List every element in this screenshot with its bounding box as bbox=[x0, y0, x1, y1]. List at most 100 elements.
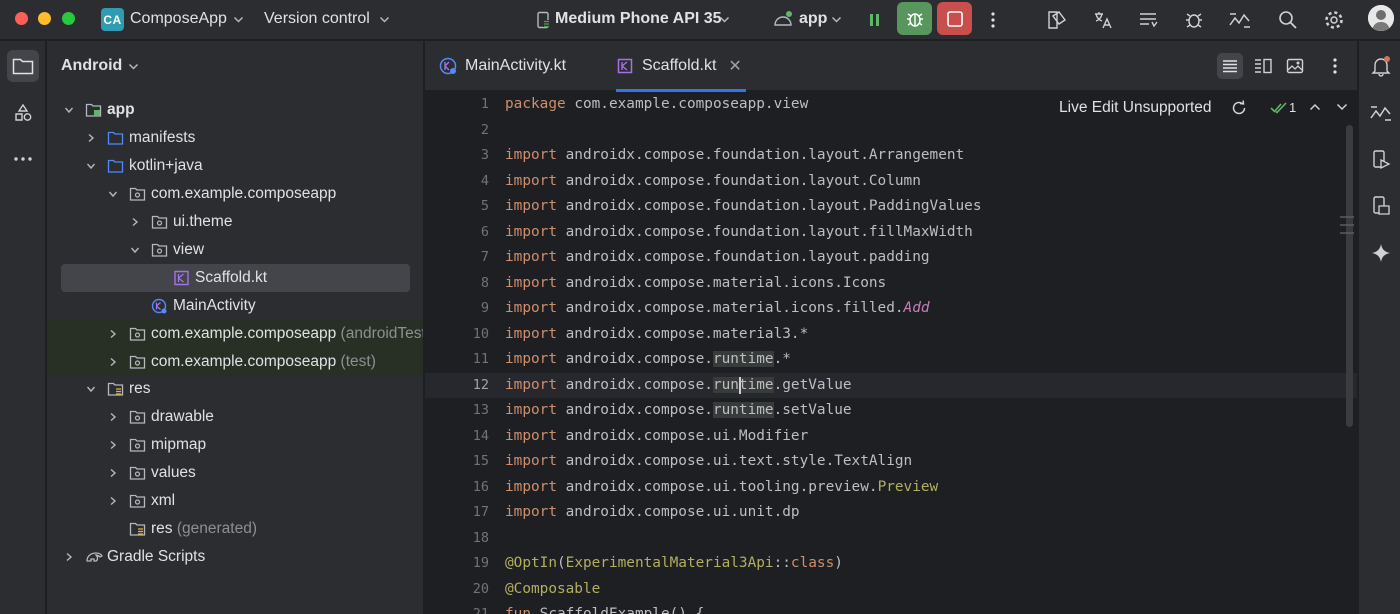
line-number[interactable]: 16 bbox=[473, 479, 489, 495]
tree-item-mainactivity[interactable]: MainActivity bbox=[47, 292, 423, 320]
chevron-right-icon[interactable] bbox=[108, 329, 118, 339]
chevron-right-icon[interactable] bbox=[108, 468, 118, 478]
line-number[interactable]: 8 bbox=[481, 275, 489, 291]
project-name-menu[interactable]: ComposeApp bbox=[130, 10, 227, 28]
zoom-window-button[interactable] bbox=[62, 12, 75, 25]
project-tool-folder-icon[interactable] bbox=[7, 50, 39, 82]
line-number[interactable]: 18 bbox=[473, 530, 489, 546]
notifications-bell-icon[interactable] bbox=[1368, 53, 1394, 79]
line-number[interactable]: 3 bbox=[481, 147, 489, 163]
close-icon[interactable]: ✕ bbox=[728, 56, 741, 76]
device-selector[interactable]: Medium Phone API 35 bbox=[555, 10, 722, 28]
line-number[interactable]: 6 bbox=[481, 224, 489, 240]
split-view-button[interactable] bbox=[1250, 53, 1276, 79]
code-line-8: import androidx.compose.material.icons.I… bbox=[505, 274, 887, 291]
chevron-up-icon[interactable] bbox=[1309, 102, 1321, 112]
tree-item-mipmap[interactable]: mipmap bbox=[47, 431, 423, 459]
tree-item-manifests[interactable]: manifests bbox=[47, 124, 423, 152]
app-quality-insights-icon[interactable] bbox=[1368, 100, 1394, 126]
chevron-right-icon[interactable] bbox=[108, 357, 118, 367]
tree-item-gradle-scripts[interactable]: Gradle Scripts bbox=[47, 543, 423, 571]
line-number[interactable]: 5 bbox=[481, 198, 489, 214]
close-window-button[interactable] bbox=[15, 12, 28, 25]
device-explorer-icon[interactable] bbox=[1368, 193, 1394, 219]
chevron-down-icon[interactable] bbox=[130, 245, 140, 255]
tree-item-package-androidtest[interactable]: com.example.composeapp (androidTest) bbox=[47, 320, 423, 348]
device-manager-icon[interactable] bbox=[1043, 7, 1069, 33]
more-vertical-icon[interactable] bbox=[1322, 53, 1348, 79]
code-editor[interactable]: 1 2 3 4 5 6 7 8 9 10 11 12 13 14 15 16 17 18 19 20 21 packag… bbox=[425, 92, 1357, 614]
chevron-right-icon[interactable] bbox=[64, 552, 74, 562]
tree-item-package-main[interactable]: com.example.composeapp bbox=[47, 180, 423, 208]
attach-debugger-icon[interactable] bbox=[1181, 7, 1207, 33]
more-vertical-icon[interactable] bbox=[980, 7, 1006, 33]
search-icon[interactable] bbox=[1275, 7, 1301, 33]
tab-mainactivity[interactable]: MainActivity.kt bbox=[439, 41, 566, 91]
project-view-selector[interactable]: Android bbox=[61, 57, 139, 75]
tree-item-res[interactable]: res bbox=[47, 375, 423, 403]
chevron-right-icon[interactable] bbox=[86, 133, 96, 143]
line-number[interactable]: 10 bbox=[473, 326, 489, 342]
line-number-gutter[interactable]: 1 2 3 4 5 6 7 8 9 10 11 12 13 14 15 16 17 18 19 20 21 bbox=[425, 92, 503, 614]
line-number[interactable]: 11 bbox=[473, 351, 489, 367]
tree-item-app[interactable]: app bbox=[47, 96, 423, 124]
chevron-right-icon[interactable] bbox=[130, 217, 140, 227]
tree-item-package-test[interactable]: com.example.composeapp (test) bbox=[47, 348, 423, 376]
tree-item-scaffold-kt[interactable]: Scaffold.kt bbox=[47, 264, 423, 292]
vertical-scrollbar[interactable] bbox=[1346, 125, 1353, 427]
tree-item-res-generated[interactable]: res (generated) bbox=[47, 515, 423, 543]
device-phone-icon[interactable] bbox=[530, 7, 556, 33]
line-number[interactable]: 1 bbox=[481, 96, 489, 112]
tree-item-xml[interactable]: xml bbox=[47, 487, 423, 515]
line-number[interactable]: 7 bbox=[481, 249, 489, 265]
tab-scaffold[interactable]: Scaffold.kt ✕ bbox=[616, 41, 746, 92]
running-devices-icon[interactable] bbox=[1368, 147, 1394, 173]
project-badge[interactable]: CA bbox=[101, 8, 124, 31]
run-config-selector[interactable]: app bbox=[799, 10, 827, 28]
stop-button[interactable] bbox=[937, 2, 972, 35]
debug-button[interactable] bbox=[897, 2, 932, 35]
line-number[interactable]: 19 bbox=[473, 555, 489, 571]
chevron-right-icon[interactable] bbox=[108, 412, 118, 422]
tree-item-kotlin-java[interactable]: kotlin+java bbox=[47, 152, 423, 180]
line-number[interactable]: 21 bbox=[473, 606, 489, 614]
tree-item-drawable[interactable]: drawable bbox=[47, 403, 423, 431]
line-number[interactable]: 12 bbox=[473, 377, 489, 393]
profiler-icon[interactable] bbox=[1227, 7, 1253, 33]
chevron-down-icon[interactable] bbox=[86, 161, 96, 171]
chevron-down-icon[interactable] bbox=[86, 384, 96, 394]
line-number[interactable]: 17 bbox=[473, 504, 489, 520]
chevron-right-icon[interactable] bbox=[108, 440, 118, 450]
build-variants-icon[interactable] bbox=[1135, 7, 1161, 33]
avatar[interactable] bbox=[1368, 5, 1394, 31]
tree-item-ui-theme[interactable]: ui.theme bbox=[47, 208, 423, 236]
line-number[interactable]: 4 bbox=[481, 173, 489, 189]
problems-count[interactable]: 1 bbox=[1289, 100, 1296, 115]
line-number[interactable]: 2 bbox=[481, 122, 489, 138]
tree-item-view[interactable]: view bbox=[47, 236, 423, 264]
minimize-window-button[interactable] bbox=[38, 12, 51, 25]
line-number[interactable]: 20 bbox=[473, 581, 489, 597]
design-view-button[interactable] bbox=[1282, 53, 1308, 79]
folder-module-icon bbox=[85, 102, 102, 118]
resource-manager-icon[interactable] bbox=[7, 97, 39, 129]
line-number[interactable]: 15 bbox=[473, 453, 489, 469]
tree-item-values[interactable]: values bbox=[47, 459, 423, 487]
double-check-icon[interactable] bbox=[1270, 101, 1288, 115]
chevron-down-icon[interactable] bbox=[1336, 102, 1348, 112]
chevron-right-icon[interactable] bbox=[108, 496, 118, 506]
more-horizontal-icon[interactable] bbox=[7, 143, 39, 175]
translate-icon[interactable] bbox=[1089, 7, 1115, 33]
apply-changes-icon[interactable] bbox=[862, 7, 888, 33]
gear-icon[interactable] bbox=[1321, 7, 1347, 33]
line-number[interactable]: 13 bbox=[473, 402, 489, 418]
gemini-sparkle-icon[interactable] bbox=[1368, 240, 1394, 266]
version-control-menu[interactable]: Version control bbox=[264, 10, 370, 28]
line-number[interactable]: 9 bbox=[481, 300, 489, 316]
chevron-down-icon[interactable] bbox=[64, 105, 74, 115]
refresh-icon[interactable] bbox=[1230, 99, 1248, 117]
line-number[interactable]: 14 bbox=[473, 428, 489, 444]
live-edit-status[interactable]: Live Edit Unsupported bbox=[1059, 99, 1212, 117]
chevron-down-icon[interactable] bbox=[108, 189, 118, 199]
code-view-button[interactable] bbox=[1217, 53, 1243, 79]
